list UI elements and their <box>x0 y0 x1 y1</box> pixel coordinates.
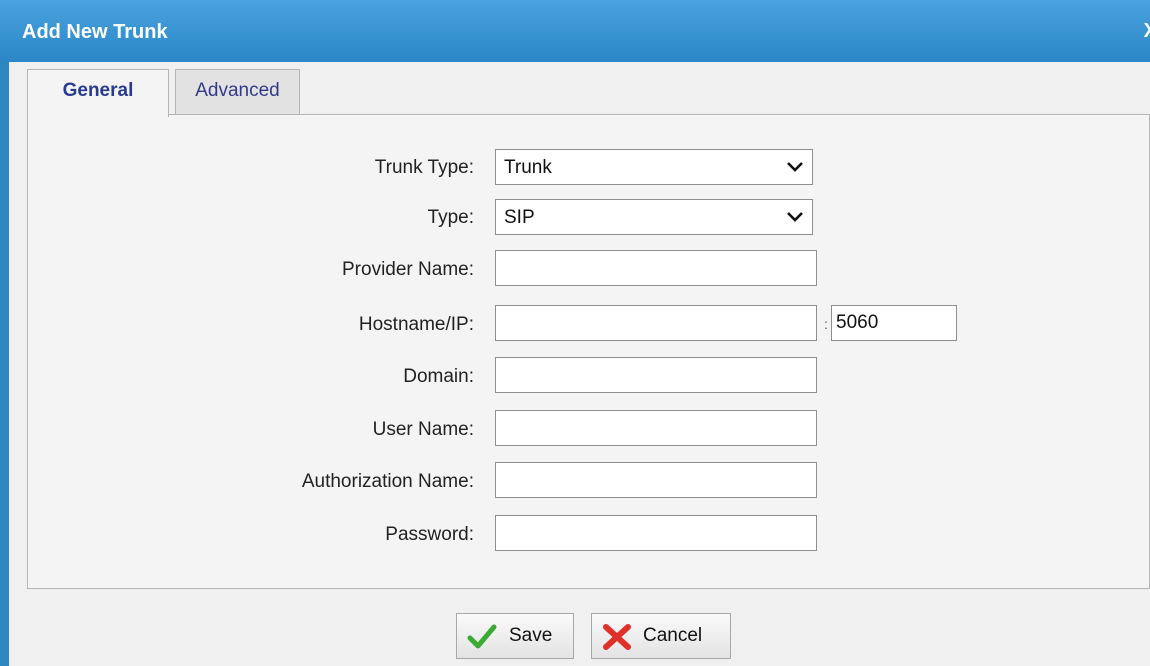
checkmark-icon <box>467 624 497 649</box>
domain-input[interactable] <box>495 357 817 393</box>
authorization-name-label: Authorization Name: <box>301 471 474 492</box>
type-label: Type: <box>427 207 474 228</box>
chevron-down-icon <box>787 212 803 222</box>
domain-label: Domain: <box>403 366 474 387</box>
save-button[interactable]: Save <box>456 613 574 659</box>
tab-general[interactable]: General <box>27 69 169 117</box>
dialog-title-bar: Add New Trunk X <box>0 0 1150 62</box>
provider-name-input[interactable] <box>495 250 817 286</box>
trunk-type-select[interactable]: Trunk <box>495 149 813 185</box>
password-label: Password: <box>385 524 474 545</box>
cancel-button[interactable]: Cancel <box>591 613 731 659</box>
chevron-down-icon <box>787 162 803 172</box>
type-value: SIP <box>504 207 535 228</box>
hostname-label: Hostname/IP: <box>358 314 474 335</box>
user-name-input[interactable] <box>495 410 817 446</box>
authorization-name-input[interactable] <box>495 462 817 498</box>
dialog-title: Add New Trunk <box>22 21 168 43</box>
add-trunk-dialog: Add New Trunk X General Advanced Trunk T… <box>0 0 1150 666</box>
port-separator: : <box>824 316 828 332</box>
user-name-label: User Name: <box>372 419 474 440</box>
save-button-label: Save <box>509 625 553 646</box>
password-input[interactable] <box>495 515 817 551</box>
type-select[interactable]: SIP <box>495 199 813 235</box>
red-x-icon <box>603 624 631 650</box>
cancel-button-label: Cancel <box>643 625 703 646</box>
port-input[interactable]: 5060 <box>831 305 957 341</box>
trunk-type-value: Trunk <box>504 157 552 178</box>
trunk-type-label: Trunk Type: <box>374 157 474 178</box>
hostname-input[interactable] <box>495 305 817 341</box>
tab-advanced[interactable]: Advanced <box>175 69 300 115</box>
provider-name-label: Provider Name: <box>342 259 474 280</box>
close-icon[interactable]: X <box>1144 20 1150 43</box>
